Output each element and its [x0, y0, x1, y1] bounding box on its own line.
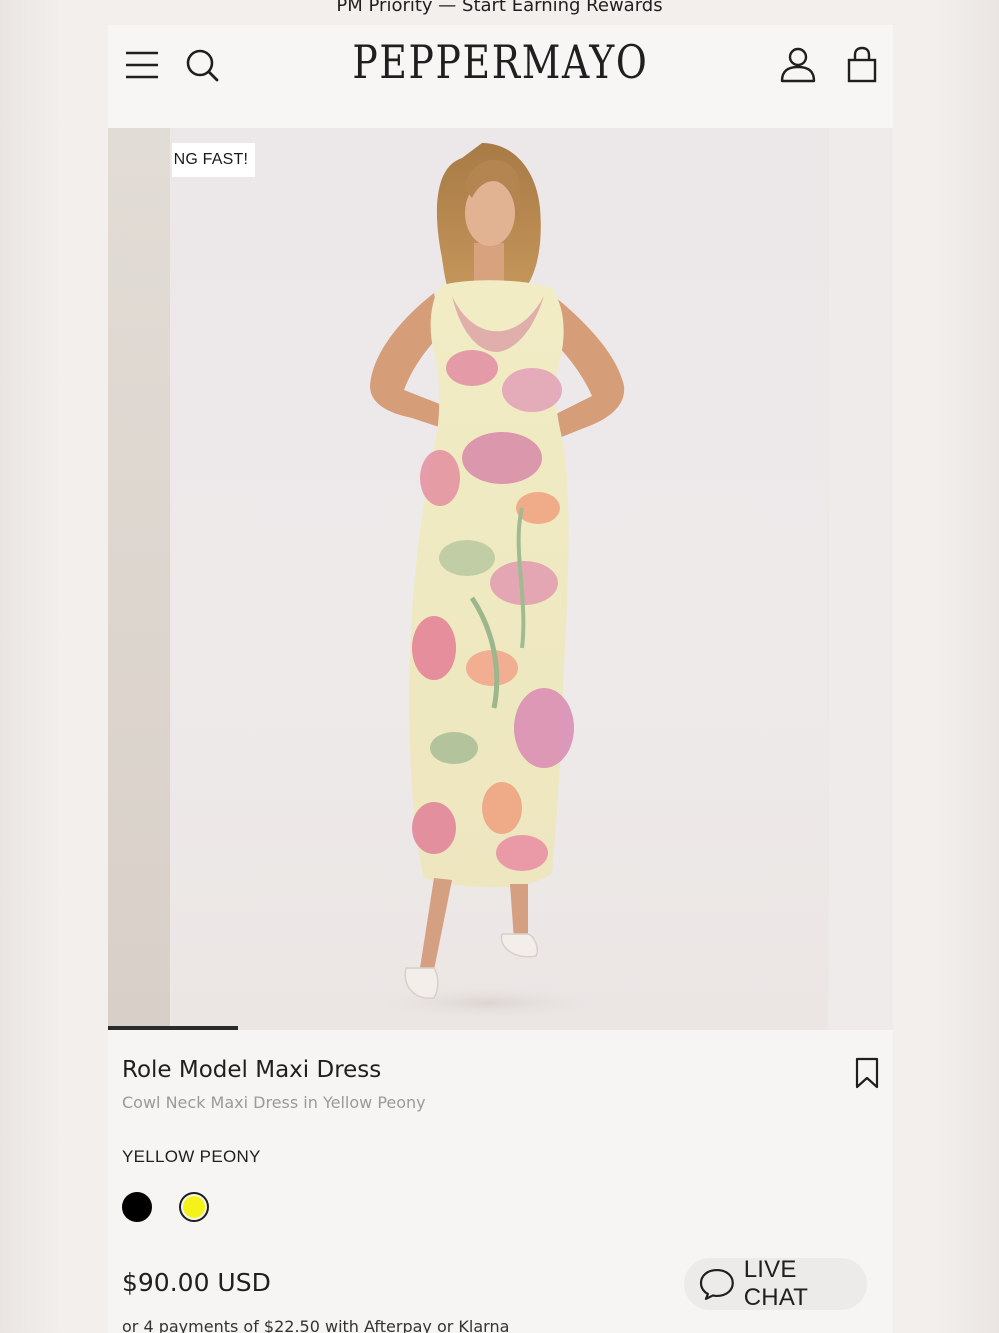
- wishlist-button[interactable]: [854, 1057, 880, 1089]
- product-page: PEPPERMAYO NG FAST! Role Model Maxi Dres…: [108, 25, 893, 1333]
- color-swatch-black[interactable]: [122, 1192, 152, 1222]
- live-chat-button[interactable]: LIVE CHAT: [684, 1256, 867, 1312]
- previous-slide-image[interactable]: [108, 128, 170, 1030]
- chat-bubble-icon: [699, 1268, 734, 1300]
- brand-logo[interactable]: PEPPERMAYO: [179, 35, 823, 89]
- bookmark-icon: [855, 1057, 879, 1089]
- promo-bar[interactable]: PM Priority — Start Earning Rewards: [0, 0, 999, 19]
- live-chat-label[interactable]: LIVE CHAT: [744, 1256, 867, 1312]
- product-title: Role Model Maxi Dress: [122, 1057, 382, 1083]
- next-slide-image[interactable]: [829, 128, 893, 1030]
- product-price: $90.00 USD: [122, 1268, 271, 1297]
- bag-icon: [847, 46, 877, 83]
- product-image-gallery[interactable]: SELLING FAST!: [108, 128, 893, 1030]
- site-header: PEPPERMAYO: [108, 25, 893, 128]
- menu-icon: [126, 51, 158, 79]
- account-icon: [780, 47, 816, 83]
- installment-info: or 4 payments of $22.50 with Afterpay or…: [122, 1317, 510, 1333]
- gallery-progress-fill: [108, 1026, 239, 1030]
- product-main-image[interactable]: SELLING FAST!: [172, 128, 827, 1030]
- menu-button[interactable]: [120, 43, 164, 87]
- selling-fast-badge: SELLING FAST!: [172, 143, 256, 177]
- account-button[interactable]: [776, 43, 820, 87]
- color-swatch-yellow-peony[interactable]: [179, 1192, 209, 1222]
- product-subtitle: Cowl Neck Maxi Dress in Yellow Peony: [122, 1093, 426, 1112]
- gallery-progress-bar: [108, 1026, 893, 1030]
- bag-button[interactable]: [840, 43, 884, 87]
- model-illustration: [367, 143, 625, 1021]
- selected-color-label: YELLOW PEONY: [122, 1147, 261, 1166]
- promo-text[interactable]: PM Priority — Start Earning Rewards: [336, 0, 662, 15]
